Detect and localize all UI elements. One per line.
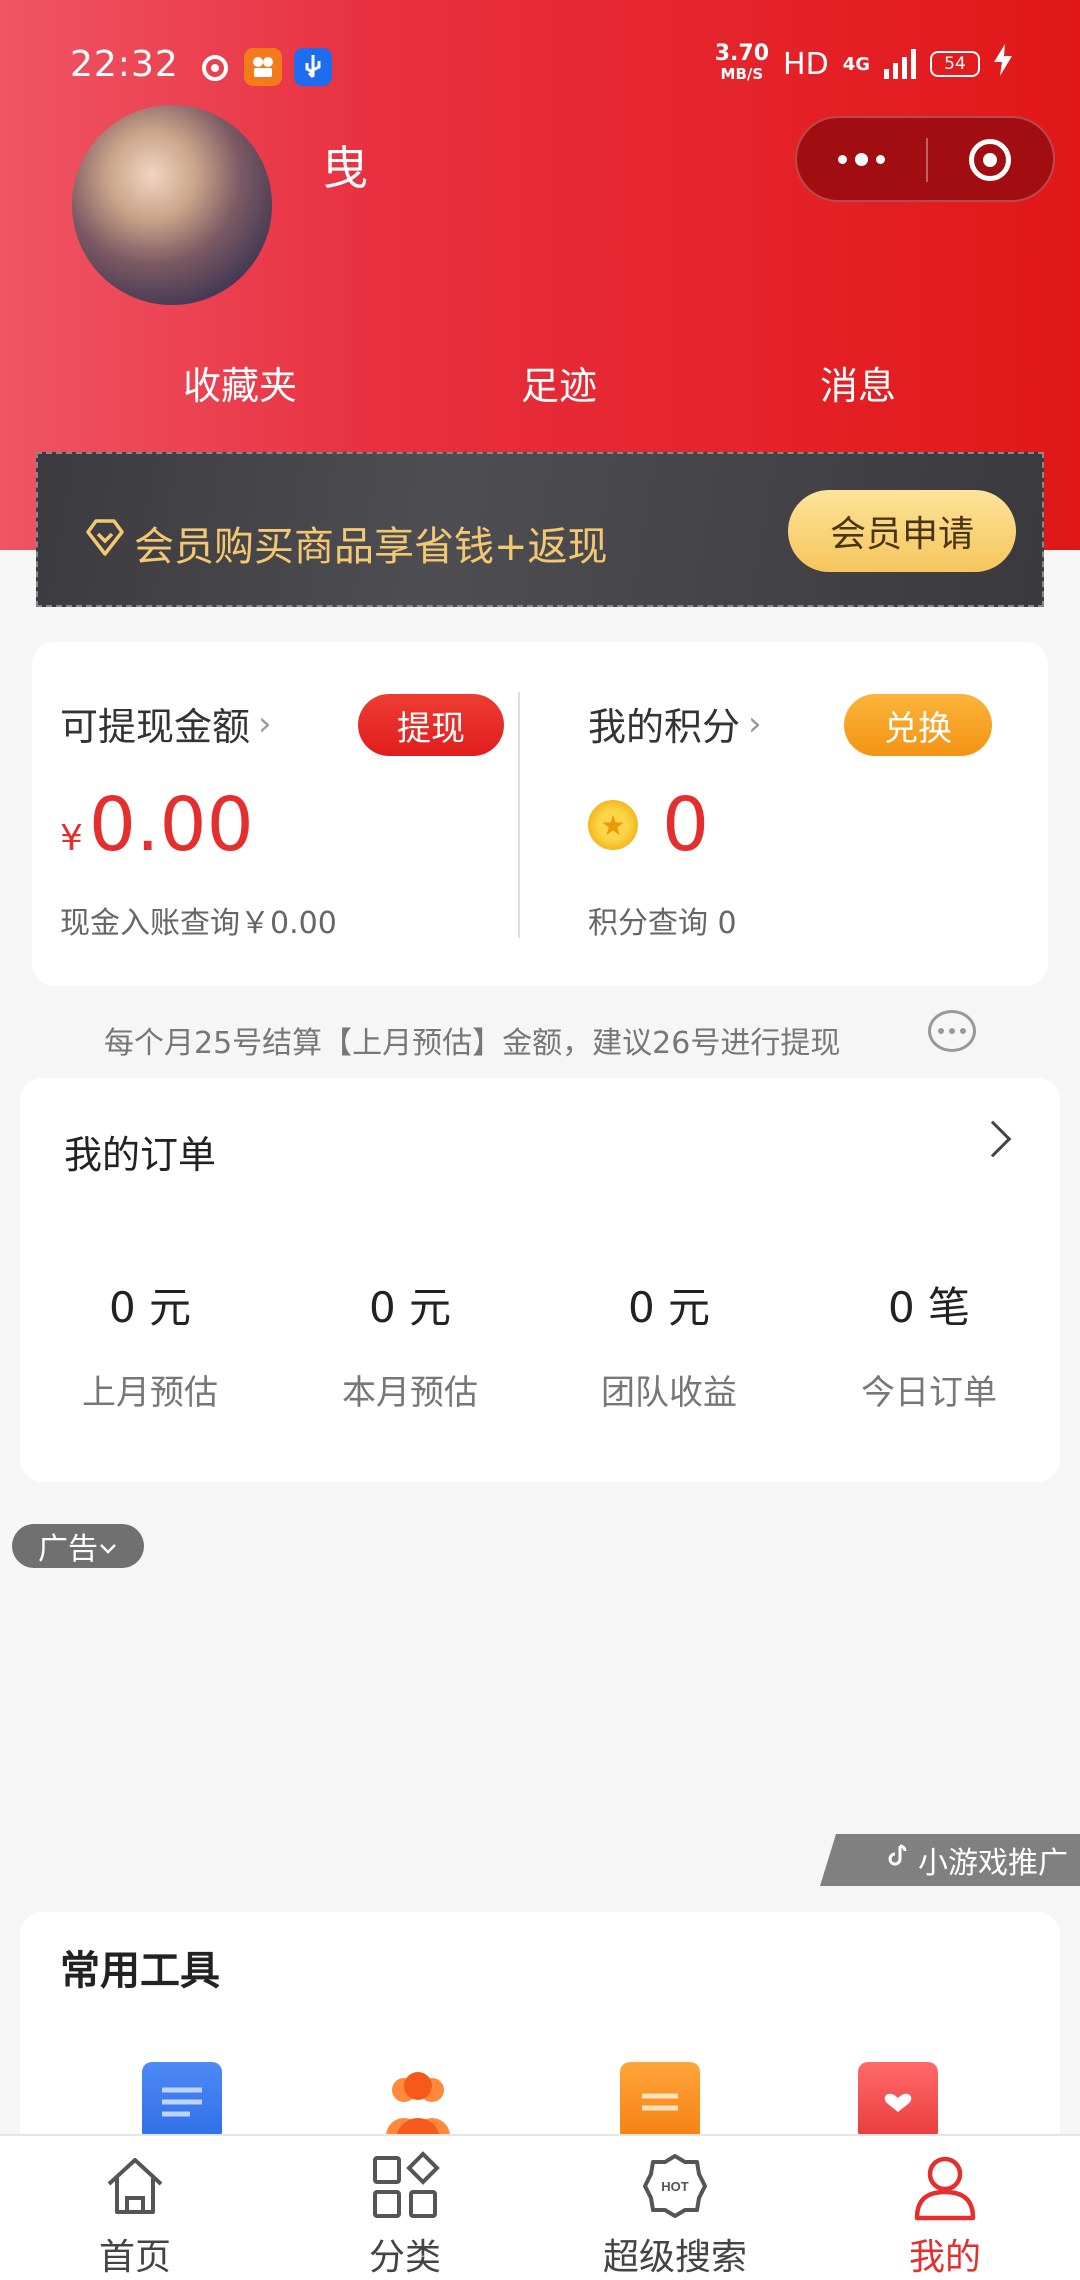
quick-links: 收藏夹 足迹 消息 [0,355,1080,415]
orders-card: 我的订单 0 元 上月预估 0 元 本月预估 0 元 团队收益 0 笔 今日订单 [20,1078,1060,1482]
battery-icon: 54 [930,51,980,77]
user-icon [905,2146,985,2226]
membership-text: 会员购买商品享省钱+返现 [134,524,608,570]
charging-icon [994,44,1012,84]
balance-divider [518,692,520,938]
hd-indicator: HD [783,46,829,82]
footprint-link[interactable]: 足迹 [521,355,597,410]
cash-query-link[interactable]: 现金入账查询￥0.00 [60,898,337,942]
tools-title: 常用工具 [60,1948,220,1994]
capsule-divider [926,138,928,182]
orders-title[interactable]: 我的订单 [64,1124,216,1179]
chevron-down-icon [98,1529,118,1564]
favorites-link[interactable]: 收藏夹 [183,355,297,410]
mail-heart-tool-icon[interactable] [858,2062,938,2142]
withdraw-amount: ¥ 0.00 [60,782,254,868]
more-menu-button[interactable] [797,118,926,200]
tab-super-search[interactable]: HOT 超级搜索 [565,2136,785,2280]
settlement-notice: 每个月25号结算【上月预估】金额，建议26号进行提现 [0,1010,1080,1070]
membership-apply-button[interactable]: 会员申请 [788,490,1016,572]
tab-category[interactable]: 分类 [295,2136,515,2280]
balance-card: 可提现金额 › 提现 ¥ 0.00 现金入账查询￥0.00 我的积分 › 兑换 … [32,642,1048,986]
order-stat-last-month[interactable]: 0 元 上月预估 [50,1274,250,1414]
status-time: 22:32 [70,44,179,85]
withdraw-button[interactable]: 提现 [358,694,504,756]
chevron-right-icon: › [258,703,272,744]
order-stat-today[interactable]: 0 笔 今日订单 [829,1274,1029,1414]
netease-music-icon [196,48,234,86]
usb-icon [294,48,332,86]
category-icon [365,2146,445,2226]
membership-banner[interactable]: 会员购买商品享省钱+返现 会员申请 [36,452,1044,607]
points-amount: ★ 0 [588,782,709,868]
close-miniprogram-button[interactable] [969,139,1011,181]
tab-mine[interactable]: 我的 [835,2136,1055,2280]
withdraw-section: 可提现金额 › 提现 ¥ 0.00 现金入账查询￥0.00 [60,642,520,986]
ad-tag[interactable]: 广告 [12,1524,144,1568]
kuaishou-icon [244,48,282,86]
mini-game-promo[interactable]: 小游戏推广 [820,1834,1080,1886]
avatar[interactable] [72,105,272,305]
tab-home[interactable]: 首页 [25,2136,245,2280]
home-icon [95,2146,175,2226]
network-speed: 3.70 MB/S [714,41,770,84]
order-stat-this-month[interactable]: 0 元 本月预估 [310,1274,510,1414]
bottom-tab-bar: 首页 分类 HOT 超级搜索 我的 [0,2134,1080,2280]
chevron-right-icon: › [748,703,762,744]
order-stat-team-income[interactable]: 0 元 团队收益 [569,1274,769,1414]
chevron-right-icon[interactable] [974,1120,1012,1158]
document-tool-icon[interactable] [142,2062,222,2142]
messages-link[interactable]: 消息 [820,355,896,410]
points-query-link[interactable]: 积分查询 0 [588,898,737,942]
hot-badge-icon: HOT [635,2146,715,2226]
username: 曳 [322,141,368,195]
signal-icon [884,49,916,79]
exchange-button[interactable]: 兑换 [844,694,992,756]
withdraw-title[interactable]: 可提现金额 › [60,696,272,751]
svg-text:HOT: HOT [661,2179,689,2194]
link-icon [882,1841,912,1879]
points-title[interactable]: 我的积分 › [588,696,762,751]
list-tool-icon[interactable] [620,2062,700,2142]
network-type: 4G [842,53,870,75]
coin-icon: ★ [588,800,638,850]
miniprogram-capsule [795,116,1055,202]
points-section: 我的积分 › 兑换 ★ 0 积分查询 0 [588,642,1028,986]
team-tool-icon[interactable] [378,2062,458,2142]
diamond-icon [82,518,128,568]
chat-icon[interactable] [928,1010,976,1052]
